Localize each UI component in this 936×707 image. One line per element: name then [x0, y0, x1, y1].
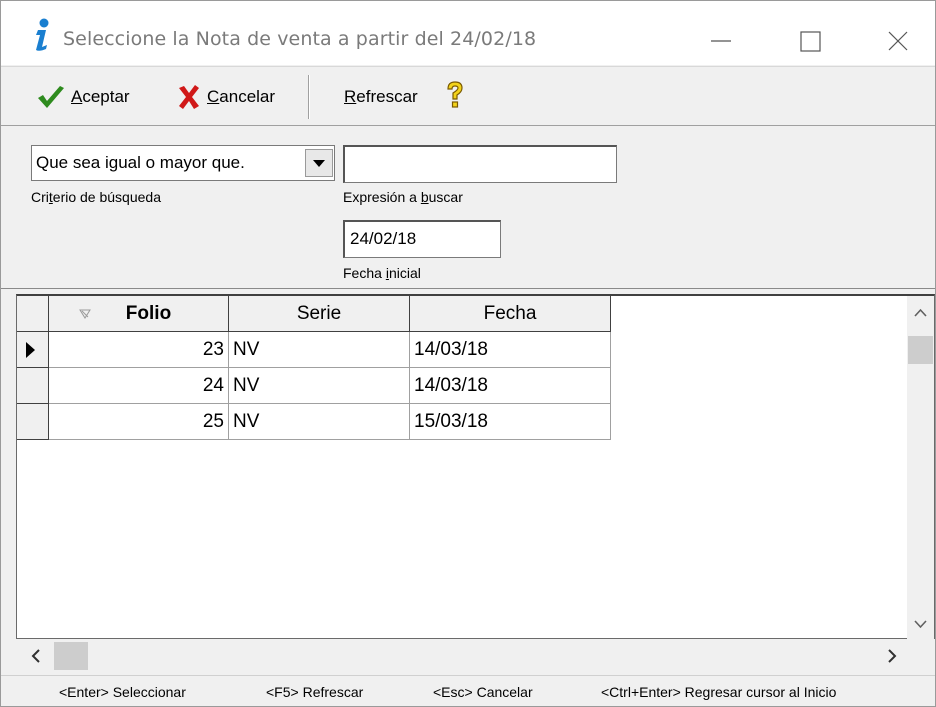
cell-fecha[interactable]: 14/03/18: [410, 332, 611, 368]
search-criteria-label: Criterio de búsqueda: [31, 189, 161, 205]
column-header-fecha[interactable]: Fecha: [410, 296, 611, 332]
info-icon: [29, 17, 53, 53]
scroll-down-icon[interactable]: [907, 612, 934, 636]
horizontal-scrollbar[interactable]: [16, 639, 935, 673]
vertical-scroll-thumb[interactable]: [908, 336, 933, 364]
scroll-up-icon[interactable]: [907, 300, 934, 324]
accept-label: Aceptar: [71, 87, 130, 106]
search-expression-label: Expresión a buscar: [343, 189, 463, 205]
cell-serie[interactable]: NV: [229, 368, 410, 404]
toolbar-separator: [308, 75, 310, 119]
sort-icon: [79, 309, 91, 319]
table-row[interactable]: 23 NV 14/03/18: [17, 332, 611, 368]
status-hint-f5: <F5> Refrescar: [266, 684, 364, 700]
status-bar: <Enter> Seleccionar <F5> Refrescar <Esc>…: [1, 675, 935, 706]
grid-content: Folio Serie Fecha 23 NV 14/03/18 24 NV 1…: [17, 296, 907, 639]
cell-serie[interactable]: NV: [229, 332, 410, 368]
help-button[interactable]: [444, 79, 472, 111]
accept-button[interactable]: Aceptar: [35, 81, 130, 113]
help-question-icon: [447, 81, 463, 108]
refresh-button[interactable]: Refrescar: [344, 81, 418, 113]
chevron-down-icon[interactable]: [305, 149, 333, 177]
cell-fecha[interactable]: 14/03/18: [410, 368, 611, 404]
toolbar: Aceptar Cancelar Refrescar: [1, 66, 935, 126]
refresh-label: Refrescar: [344, 87, 418, 106]
column-header-folio[interactable]: Folio: [49, 296, 229, 332]
current-row-arrow-icon: [26, 342, 35, 358]
status-hint-enter: <Enter> Seleccionar: [59, 684, 186, 700]
cell-serie[interactable]: NV: [229, 404, 410, 440]
cancel-button[interactable]: Cancelar: [177, 81, 275, 113]
search-criteria-value: Que sea igual o mayor que.: [36, 153, 245, 172]
title-bar: Seleccione la Nota de venta a partir del…: [1, 1, 935, 65]
row-indicator[interactable]: [17, 368, 49, 404]
close-button[interactable]: [867, 15, 927, 65]
scroll-left-icon[interactable]: [22, 639, 52, 673]
status-hint-ctrl-enter: <Ctrl+Enter> Regresar cursor al Inicio: [601, 684, 837, 700]
cell-folio[interactable]: 24: [49, 368, 229, 404]
start-date-label: Fecha inicial: [343, 265, 421, 281]
cell-folio[interactable]: 25: [49, 404, 229, 440]
scroll-right-icon[interactable]: [878, 639, 908, 673]
table-row[interactable]: 24 NV 14/03/18: [17, 368, 611, 404]
search-expression-input[interactable]: [343, 145, 617, 183]
column-header-serie[interactable]: Serie: [229, 296, 410, 332]
start-date-input[interactable]: 24/02/18: [343, 220, 501, 258]
row-indicator[interactable]: [17, 404, 49, 440]
search-filter-panel: Que sea igual o mayor que. Criterio de b…: [1, 127, 935, 289]
row-indicator[interactable]: [17, 332, 49, 368]
results-grid[interactable]: Folio Serie Fecha 23 NV 14/03/18 24 NV 1…: [16, 294, 935, 639]
row-indicator-header: [17, 296, 49, 332]
maximize-button[interactable]: [781, 15, 841, 65]
status-hint-esc: <Esc> Cancelar: [433, 684, 533, 700]
checkmark-icon: [38, 86, 64, 108]
table-row[interactable]: 25 NV 15/03/18: [17, 404, 611, 440]
horizontal-scroll-thumb[interactable]: [54, 642, 88, 670]
minimize-button[interactable]: [691, 15, 751, 65]
cancel-label: Cancelar: [207, 87, 276, 106]
dialog-window: Seleccione la Nota de venta a partir del…: [0, 0, 936, 707]
cell-folio[interactable]: 23: [49, 332, 229, 368]
cell-fecha[interactable]: 15/03/18: [410, 404, 611, 440]
cancel-x-icon: [179, 85, 199, 109]
search-criteria-select[interactable]: Que sea igual o mayor que.: [31, 145, 335, 181]
vertical-scrollbar[interactable]: [907, 296, 934, 639]
window-title: Seleccione la Nota de venta a partir del…: [63, 28, 537, 50]
